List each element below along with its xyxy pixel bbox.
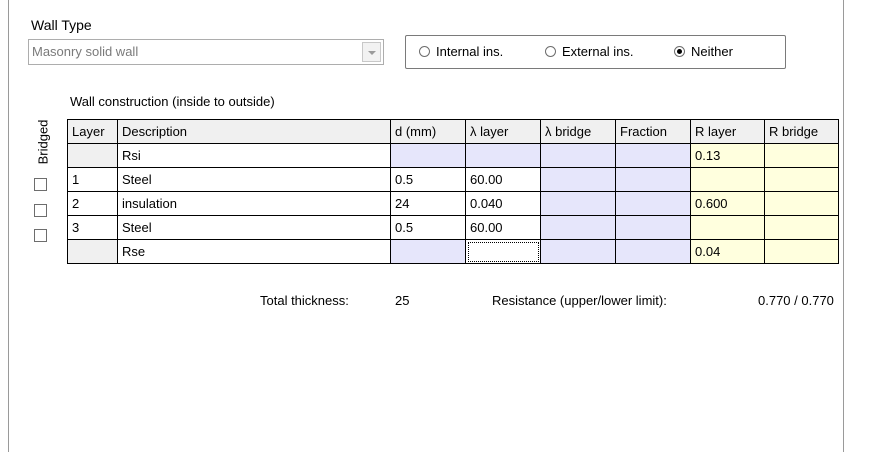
cell-layer[interactable]: 1	[67, 167, 118, 192]
cell-d[interactable]	[390, 239, 466, 264]
cell-r-bridge	[764, 167, 839, 192]
col-header-lambda-bridge[interactable]: λ bridge	[540, 119, 616, 144]
cell-r-bridge	[764, 143, 839, 168]
resistance-value: 0.770 / 0.770	[758, 293, 834, 308]
cell-lambda-bridge[interactable]	[540, 143, 616, 168]
bridged-header: Bridged	[25, 110, 61, 174]
cell-lambda-bridge[interactable]	[540, 191, 616, 216]
radio-internal-ins-circle[interactable]	[419, 46, 430, 57]
col-header-d-mm[interactable]: d (mm)	[390, 119, 466, 144]
table-header-row: Layer Description d (mm) λ layer λ bridg…	[67, 119, 839, 144]
cell-d[interactable]	[390, 143, 466, 168]
cell-description[interactable]: Rse	[117, 239, 391, 264]
radio-external-ins-circle[interactable]	[545, 46, 556, 57]
cell-layer[interactable]	[67, 239, 118, 264]
col-header-description[interactable]: Description	[117, 119, 391, 144]
col-header-r-bridge[interactable]: R bridge	[764, 119, 839, 144]
cell-r-layer	[690, 215, 765, 240]
col-header-r-layer[interactable]: R layer	[690, 119, 765, 144]
cell-description[interactable]: Steel	[117, 167, 391, 192]
cell-d[interactable]: 0.5	[390, 167, 466, 192]
cell-r-layer: 0.600	[690, 191, 765, 216]
col-header-lambda-layer[interactable]: λ layer	[465, 119, 541, 144]
total-thickness-label: Total thickness:	[260, 293, 349, 308]
radio-external-ins-label[interactable]: External ins.	[562, 44, 634, 59]
wall-construction-table: Layer Description d (mm) λ layer λ bridg…	[67, 119, 839, 264]
bridged-checkbox-layer-1[interactable]	[34, 178, 47, 191]
resistance-label: Resistance (upper/lower limit):	[492, 293, 667, 308]
total-thickness-value: 25	[395, 293, 410, 308]
cell-d[interactable]: 24	[390, 191, 466, 216]
cell-r-layer: 0.04	[690, 239, 765, 264]
cell-layer[interactable]	[67, 143, 118, 168]
cell-lambda-layer[interactable]	[465, 143, 541, 168]
cell-lambda-bridge[interactable]	[540, 215, 616, 240]
chevron-down-icon[interactable]	[362, 42, 381, 62]
radio-internal-ins-label[interactable]: Internal ins.	[436, 44, 503, 59]
cell-lambda-layer[interactable]: 0.040	[465, 191, 541, 216]
construction-title: Wall construction (inside to outside)	[70, 94, 275, 109]
cell-lambda-bridge[interactable]	[540, 239, 616, 264]
cell-fraction[interactable]	[615, 239, 691, 264]
cell-fraction[interactable]	[615, 167, 691, 192]
cell-fraction[interactable]	[615, 191, 691, 216]
cell-lambda-layer[interactable]: 60.00	[465, 215, 541, 240]
col-header-fraction[interactable]: Fraction	[615, 119, 691, 144]
table-row: 3 Steel 0.5 60.00	[67, 215, 839, 240]
col-header-layer[interactable]: Layer	[67, 119, 118, 144]
radio-neither-label[interactable]: Neither	[691, 44, 733, 59]
wall-type-value: Masonry solid wall	[32, 44, 139, 59]
cell-fraction[interactable]	[615, 215, 691, 240]
cell-layer[interactable]: 3	[67, 215, 118, 240]
cell-lambda-layer[interactable]: 60.00	[465, 167, 541, 192]
cell-r-bridge	[764, 191, 839, 216]
table-row: Rse 0.04	[67, 239, 839, 264]
table-row: 2 insulation 24 0.040 0.600	[67, 191, 839, 216]
cell-lambda-layer-focused[interactable]	[465, 239, 541, 264]
cell-r-layer: 0.13	[690, 143, 765, 168]
cell-d[interactable]: 0.5	[390, 215, 466, 240]
cell-lambda-bridge[interactable]	[540, 167, 616, 192]
cell-r-layer	[690, 167, 765, 192]
cell-r-bridge	[764, 215, 839, 240]
table-row: 1 Steel 0.5 60.00	[67, 167, 839, 192]
wall-type-label: Wall Type	[31, 17, 92, 33]
wall-type-dropdown[interactable]: Masonry solid wall	[28, 39, 384, 65]
bridged-label: Bridged	[35, 119, 51, 165]
cell-description[interactable]: Steel	[117, 215, 391, 240]
table-row: Rsi 0.13	[67, 143, 839, 168]
cell-fraction[interactable]	[615, 143, 691, 168]
cell-description[interactable]: Rsi	[117, 143, 391, 168]
cell-r-bridge	[764, 239, 839, 264]
bridged-checkbox-layer-2[interactable]	[34, 204, 47, 217]
cell-layer[interactable]: 2	[67, 191, 118, 216]
cell-description[interactable]: insulation	[117, 191, 391, 216]
radio-neither-circle[interactable]	[674, 46, 685, 57]
insulation-radio-group: Internal ins. External ins. Neither	[405, 35, 786, 69]
bridged-checkbox-layer-3[interactable]	[34, 229, 47, 242]
